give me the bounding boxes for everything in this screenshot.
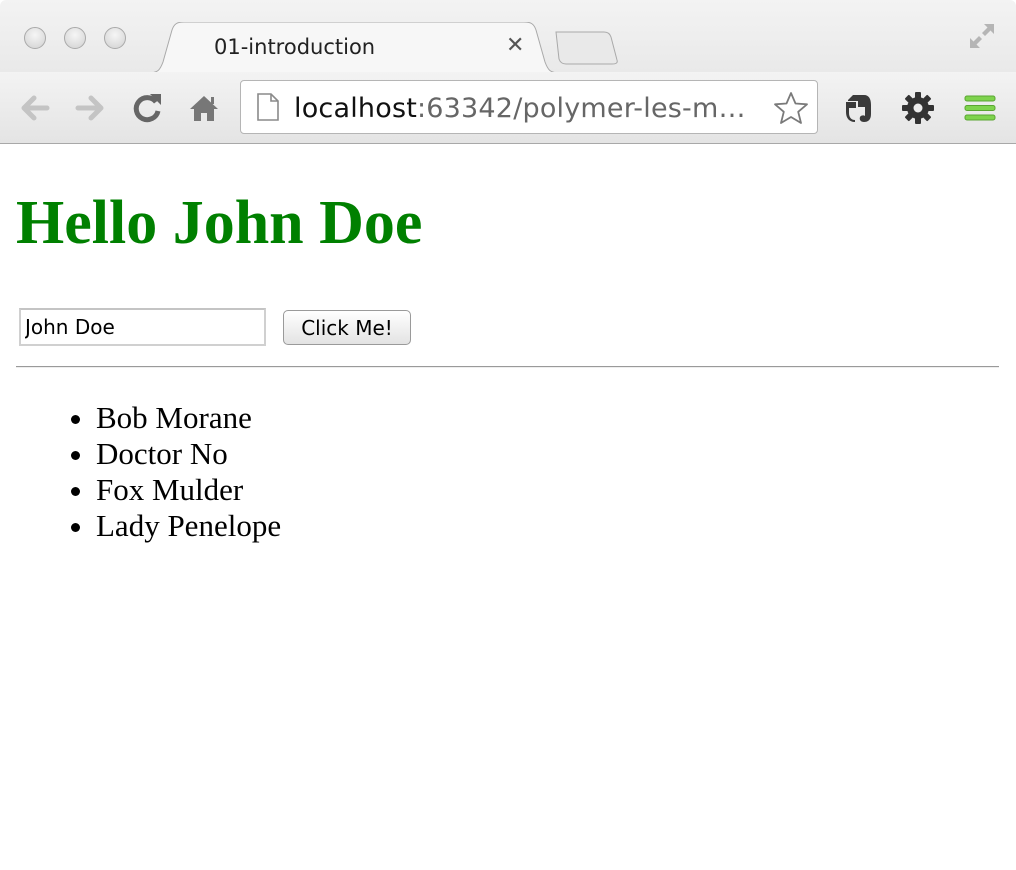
zoom-window-button[interactable] <box>104 27 126 49</box>
list-item: Lady Penelope <box>96 508 281 544</box>
people-list: Bob Morane Doctor No Fox Mulder Lady Pen… <box>56 400 281 544</box>
browser-toolbar: localhost:63342/polymer-les-m… <box>0 72 1016 144</box>
horizontal-rule <box>16 366 999 368</box>
click-me-button[interactable]: Click Me! <box>283 310 411 345</box>
forward-arrow-icon[interactable] <box>72 90 108 126</box>
back-arrow-icon[interactable] <box>17 90 53 126</box>
page-icon <box>257 93 279 121</box>
home-icon[interactable] <box>186 90 222 126</box>
fullscreen-icon[interactable] <box>966 20 998 52</box>
list-item: Bob Morane <box>96 400 281 436</box>
list-item: Fox Mulder <box>96 472 281 508</box>
list-item: Doctor No <box>96 436 281 472</box>
tab-title: 01-introduction <box>214 35 376 59</box>
title-bar: 01-introduction ✕ <box>0 0 1016 74</box>
browser-window: 01-introduction ✕ localhost:63342/polyme… <box>0 0 1016 870</box>
minimize-window-button[interactable] <box>64 27 86 49</box>
star-icon[interactable] <box>773 91 809 125</box>
page-content: Hello John Doe Click Me! Bob Morane Doct… <box>0 144 1016 870</box>
address-bar[interactable]: localhost:63342/polymer-les-m… <box>240 80 818 134</box>
hamburger-menu-icon[interactable] <box>962 90 998 126</box>
tab-close-icon[interactable]: ✕ <box>506 34 524 58</box>
address-host: localhost <box>294 93 417 124</box>
greeting-heading: Hello John Doe <box>16 189 423 257</box>
address-url: localhost:63342/polymer-les-m… <box>294 93 746 124</box>
name-input[interactable] <box>19 308 266 346</box>
address-path: :63342/polymer-les-m… <box>417 93 746 124</box>
tab-active[interactable]: 01-introduction ✕ <box>148 22 560 74</box>
new-tab-button[interactable] <box>552 30 620 66</box>
reload-icon[interactable] <box>129 90 165 126</box>
close-window-button[interactable] <box>24 27 46 49</box>
gear-icon[interactable] <box>900 90 936 126</box>
evernote-icon[interactable] <box>840 90 876 126</box>
